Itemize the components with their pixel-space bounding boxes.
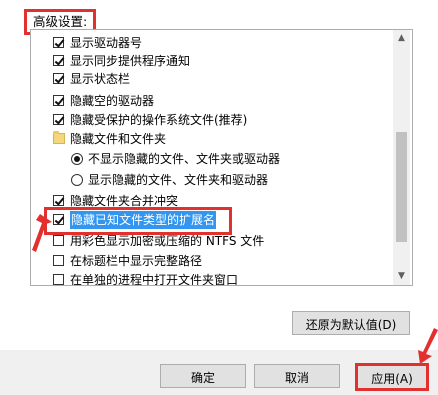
annotation-arrow-right xyxy=(418,328,438,364)
checkbox[interactable] xyxy=(53,255,64,266)
option-label: 在标题栏中显示完整路径 xyxy=(70,254,203,268)
option-label: 显示状态栏 xyxy=(70,72,131,86)
scroll-up-icon[interactable]: ▲ xyxy=(393,30,410,47)
checkbox[interactable] xyxy=(53,95,64,106)
option-label: 在单独的进程中打开文件夹窗口 xyxy=(70,273,239,286)
checkbox[interactable] xyxy=(53,274,64,285)
option-label: 隐藏空的驱动器 xyxy=(70,94,155,108)
scroll-down-icon[interactable]: ▼ xyxy=(393,268,410,285)
checkbox[interactable] xyxy=(53,55,64,66)
cancel-button[interactable]: 取消 xyxy=(254,364,340,388)
restore-defaults-button[interactable]: 还原为默认值(D) xyxy=(292,311,410,335)
radio-button[interactable] xyxy=(71,153,83,165)
option-label: 显示同步提供程序通知 xyxy=(70,54,191,68)
advanced-settings-list[interactable]: 显示驱动器号显示同步提供程序通知 显示状态栏隐藏空的驱动器隐藏受保护的操作系统文件… xyxy=(30,29,413,286)
checkbox[interactable] xyxy=(53,114,64,125)
annotation-arrow-left xyxy=(32,214,52,252)
option-label: 隐藏文件和文件夹 xyxy=(70,132,167,146)
scroll-thumb[interactable] xyxy=(396,132,407,242)
ok-button[interactable]: 确定 xyxy=(160,364,246,388)
radio-button[interactable] xyxy=(71,174,83,186)
option-label: 隐藏受保护的操作系统文件(推荐) xyxy=(70,113,248,127)
option-label: 不显示隐藏的文件、文件夹或驱动器 xyxy=(88,152,281,166)
option-label: 显示隐藏的文件、文件夹和驱动器 xyxy=(88,173,269,187)
checkbox[interactable] xyxy=(53,37,64,48)
highlight-annotation-box xyxy=(44,207,232,235)
checkbox[interactable] xyxy=(53,195,64,206)
apply-button[interactable]: 应用(A) xyxy=(355,363,429,391)
scrollbar[interactable]: ▲ ▼ xyxy=(393,30,410,285)
folder-icon xyxy=(53,131,65,144)
option-label: 显示驱动器号 xyxy=(70,36,143,50)
checkbox[interactable] xyxy=(53,73,64,84)
